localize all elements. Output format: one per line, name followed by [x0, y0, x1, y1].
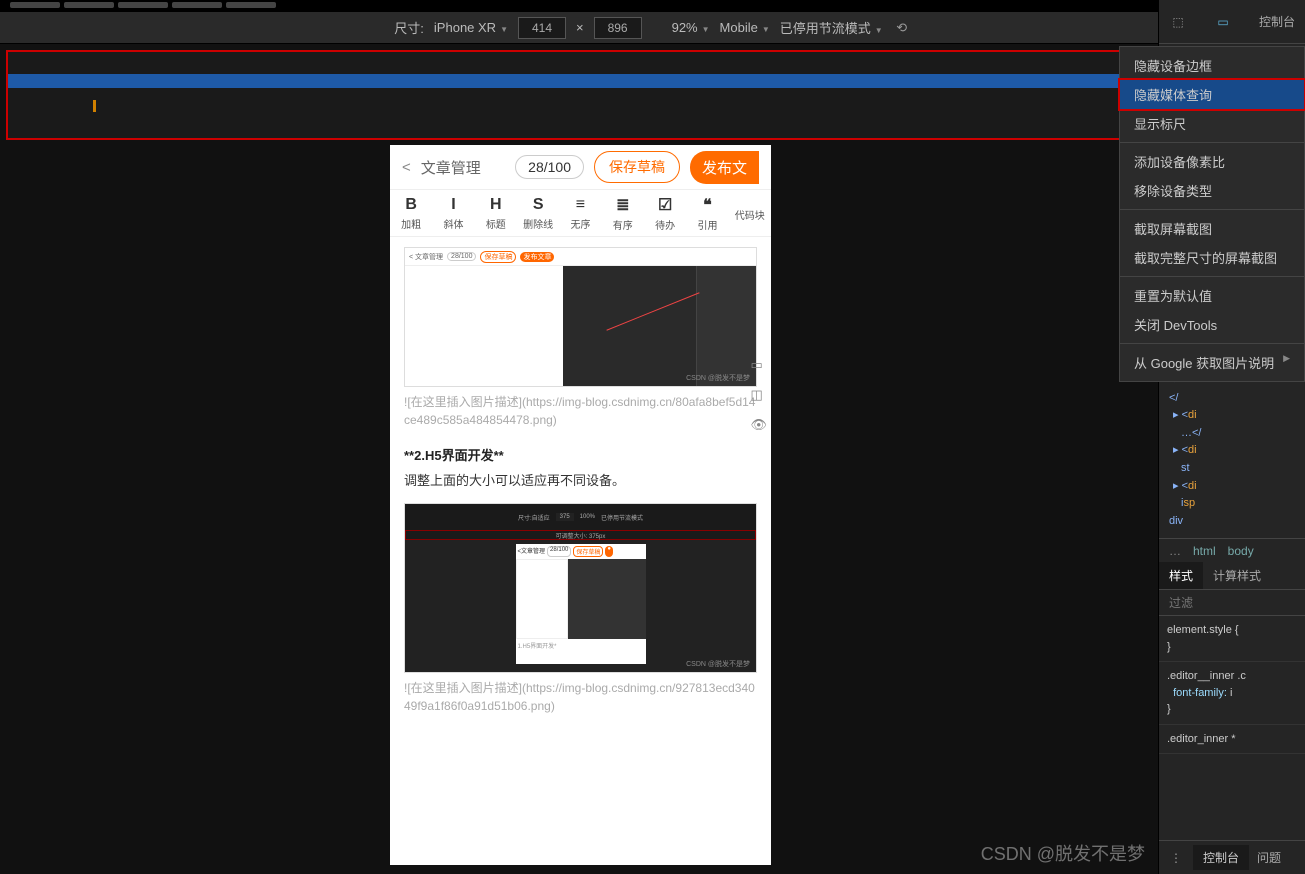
menu-item[interactable]: 重置为默认值	[1120, 281, 1304, 310]
section-title: **2.H5界面开发**	[404, 445, 757, 464]
image-markdown-1: ![在这里插入图片描述](https://img-blog.csdnimg.cn…	[404, 393, 757, 429]
mobile-header: < 文章管理 28/100 保存草稿 发布文	[390, 145, 771, 189]
back-label[interactable]: 文章管理	[421, 157, 481, 178]
console-tab-label[interactable]: 控制台	[1259, 13, 1295, 30]
fmt-无序[interactable]: ≡无序	[559, 190, 601, 236]
tab-styles[interactable]: 样式	[1159, 562, 1203, 589]
breadcrumb[interactable]: … html body	[1159, 538, 1305, 562]
mobile-viewport: < 文章管理 28/100 保存草稿 发布文 B加粗I斜体H标题S删除线≡无序≣…	[390, 145, 771, 865]
drawer: ⋮ 控制台 问题	[1159, 840, 1305, 874]
context-menu: 隐藏设备边框隐藏媒体查询显示标尺添加设备像素比移除设备类型截取屏幕截图截取完整尺…	[1119, 46, 1305, 382]
fmt-待办[interactable]: ☑待办	[644, 190, 686, 236]
tab-computed[interactable]: 计算样式	[1203, 562, 1271, 589]
fmt-标题[interactable]: H标题	[475, 190, 517, 236]
publish-button[interactable]: 发布文	[690, 151, 759, 184]
page-watermark: CSDN @脱发不是梦	[981, 840, 1145, 866]
char-counter: 28/100	[515, 155, 584, 179]
zoom-select[interactable]: 92%	[672, 20, 710, 35]
inspect-icon[interactable]: ⬚	[1169, 13, 1187, 31]
shot-counter: 28/100	[447, 252, 476, 261]
preview-icon[interactable]: 👁	[750, 417, 767, 433]
device-toolbar: 尺寸: iPhone XR × 92% Mobile 已停用节流模式 ⟲ ⋮	[0, 12, 1305, 44]
back-icon[interactable]: <	[402, 159, 411, 176]
crumb-ellipsis[interactable]: …	[1169, 544, 1181, 558]
dom-tree[interactable]: <</▸ <di…</▸ <dist▸ <diispdiv	[1159, 364, 1305, 538]
drawer-issues-tab[interactable]: 问题	[1257, 849, 1281, 866]
format-toolbar: B加粗I斜体H标题S删除线≡无序≣有序☑待办❝引用代码块	[390, 189, 771, 237]
crumb-html[interactable]: html	[1193, 544, 1216, 558]
embedded-screenshot-1: < 文章管理 28/100 保存草稿 发布文章 CSDN @脱发不是梦	[404, 247, 757, 387]
menu-item[interactable]: 截取完整尺寸的屏幕截图	[1120, 243, 1304, 272]
menu-item[interactable]: 隐藏媒体查询	[1120, 80, 1304, 109]
menu-item[interactable]: 从 Google 获取图片说明	[1120, 348, 1304, 377]
fmt-斜体[interactable]: I斜体	[432, 190, 474, 236]
css-rule-2[interactable]: .editor__inner .c font-family: i }	[1159, 662, 1305, 725]
editor-content[interactable]: < 文章管理 28/100 保存草稿 发布文章 CSDN @脱发不是梦 ![在这…	[390, 237, 771, 865]
fmt-有序[interactable]: ≣有序	[602, 190, 644, 236]
layout-icon[interactable]: ▭	[750, 357, 767, 373]
drawer-console-tab[interactable]: 控制台	[1193, 845, 1249, 870]
image-markdown-2: ![在这里插入图片描述](https://img-blog.csdnimg.cn…	[404, 679, 757, 715]
shot-draft: 保存草稿	[480, 251, 516, 263]
media-bar[interactable]	[8, 74, 1297, 88]
menu-item[interactable]: 显示标尺	[1120, 109, 1304, 138]
columns-icon[interactable]: ◫	[750, 387, 767, 403]
style-filter[interactable]: 过滤	[1159, 590, 1305, 616]
media-marker-left	[93, 100, 96, 112]
menu-item[interactable]: 添加设备像素比	[1120, 147, 1304, 176]
css-rule-3[interactable]: .editor_inner *	[1159, 725, 1305, 755]
shot-watermark-2: CSDN @脱发不是梦	[686, 659, 750, 669]
shot2-toolbar: 尺寸:自适应375100%已停用节流模式	[405, 504, 756, 530]
media-query-strip	[6, 50, 1299, 140]
menu-item[interactable]: 隐藏设备边框	[1120, 51, 1304, 80]
device-toggle-icon[interactable]: ▭	[1214, 13, 1232, 31]
throttle-select[interactable]: 已停用节流模式	[780, 18, 883, 37]
ua-select[interactable]: Mobile	[720, 20, 770, 35]
css-rule-1[interactable]: element.style {}	[1159, 616, 1305, 662]
drawer-kebab-icon[interactable]: ⋮	[1167, 849, 1185, 867]
fmt-引用[interactable]: ❝引用	[686, 190, 728, 236]
fmt-删除线[interactable]: S删除线	[517, 190, 559, 236]
shot-watermark: CSDN @脱发不是梦	[686, 373, 750, 383]
shot-pub: 发布文章	[520, 252, 554, 262]
fmt-代码块[interactable]: 代码块	[729, 190, 771, 236]
menu-item[interactable]: 关闭 DevTools	[1120, 310, 1304, 339]
dimension-label: 尺寸:	[394, 18, 424, 37]
height-input[interactable]	[594, 17, 642, 39]
menu-item[interactable]: 截取屏幕截图	[1120, 214, 1304, 243]
style-tabs: 样式 计算样式	[1159, 562, 1305, 590]
save-draft-button[interactable]: 保存草稿	[594, 151, 680, 183]
fmt-加粗[interactable]: B加粗	[390, 190, 432, 236]
browser-tabstrip	[0, 0, 1305, 12]
menu-item[interactable]: 移除设备类型	[1120, 176, 1304, 205]
device-select[interactable]: iPhone XR	[434, 20, 508, 35]
times-icon: ×	[576, 20, 584, 35]
shot-back: < 文章管理	[409, 252, 443, 262]
width-input[interactable]	[518, 17, 566, 39]
section-body: 调整上面的大小可以适应再不同设备。	[404, 470, 757, 489]
crumb-body[interactable]: body	[1228, 544, 1254, 558]
rotate-icon[interactable]: ⟲	[893, 19, 911, 37]
embedded-screenshot-2: 尺寸:自适应375100%已停用节流模式 可调整大小: 375px <文章管理2…	[404, 503, 757, 673]
